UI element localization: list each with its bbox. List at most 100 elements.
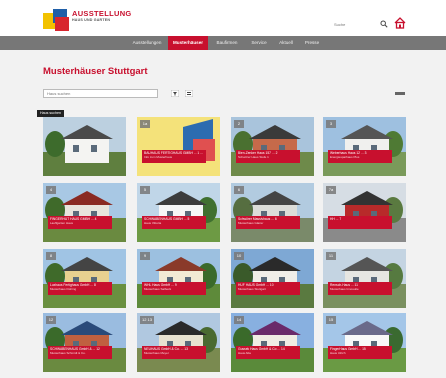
card-label[interactable]: WHL Haus GmbH ... 9 Musterhaus Salbeck — [142, 282, 206, 295]
card-subtitle: Info zum Musterhaus — [144, 155, 173, 160]
card-label[interactable]: NEUHAUS GmbH & Co. ... 13 Musterhaus Meye… — [142, 346, 206, 359]
house-search-input[interactable]: Haus suchen — [43, 89, 158, 98]
house-card[interactable]: 10 HUF HAUS GmbH ... 10 Musterhaus Stuttga… — [231, 249, 314, 308]
house-card[interactable]: 15 FingerHaus GmbH ... 15 Haus Ulrich — [323, 313, 406, 372]
card-roof — [155, 257, 207, 271]
card-roof — [249, 321, 301, 335]
brand-text[interactable]: AUSSTELLUNG HAUS UND GARTEN — [72, 10, 132, 23]
card-title: HH ... 7 — [330, 217, 342, 221]
nav-item-musterhaeuser[interactable]: Musterhäuser — [168, 36, 208, 50]
card-number-badge: 11 — [326, 252, 336, 260]
card-number-badge: 12 13 — [140, 316, 155, 324]
card-roof — [155, 191, 207, 205]
card-roof — [341, 191, 393, 205]
brand-name: AUSSTELLUNG — [72, 9, 132, 18]
search-icon[interactable] — [380, 20, 388, 28]
card-roof — [341, 257, 393, 271]
card-roof — [341, 125, 393, 139]
card-roof — [61, 321, 113, 335]
filter-icon[interactable] — [171, 90, 179, 97]
card-roof — [61, 257, 113, 271]
card-label[interactable]: FingerHaus GmbH ... 15 Haus Ulrich — [328, 346, 392, 359]
card-label[interactable]: Gussek Haus GmbH & Co ... 14 Haus Alta — [236, 346, 300, 359]
card-label[interactable]: Bien-Zenker Haus 157 ... 2 Schwörer Haus … — [236, 150, 300, 163]
card-number-badge: 4 — [46, 186, 56, 194]
card-number-badge: 15 — [326, 316, 336, 324]
card-number-badge: 5 — [140, 186, 150, 194]
card-number-badge: 9 — [140, 252, 150, 260]
card-label[interactable]: Weberhaus Haus 12 ... 3 Energiesparhaus P… — [328, 150, 392, 163]
card-number-badge: 12 — [46, 316, 56, 324]
card-number-badge: 10 — [234, 252, 244, 260]
house-card[interactable]: 9 WHL Haus GmbH ... 9 Musterhaus Salbeck — [137, 249, 220, 308]
card-number-badge: 7a — [326, 186, 336, 194]
card-subtitle: Haus Ulrich — [330, 351, 346, 356]
search-input[interactable] — [334, 20, 374, 28]
house-card[interactable]: 12 13 NEUHAUS GmbH & Co. ... 13 Musterhaus… — [137, 313, 220, 372]
card-subtitle: Musterhaus Salbeck — [144, 287, 172, 292]
card-subtitle: Schwörer Haus Stufe 1 — [238, 155, 269, 160]
nav-item-baufirmen[interactable]: Baufirmen — [212, 36, 242, 50]
house-card[interactable]: 14 Gussek Haus GmbH & Co ... 14 Haus Alta — [231, 313, 314, 372]
card-roof — [249, 191, 301, 205]
card-label[interactable]: SCHWABENHAUS GMBH ... 5 Haus Vittoria — [142, 216, 206, 229]
card-label[interactable]: Luxhaus Fertighaus GmbH ... 8 Musterhaus … — [48, 282, 112, 295]
house-card[interactable]: 7a HH ... 7 — [323, 183, 406, 242]
brand-logo[interactable] — [43, 9, 71, 31]
page-title: Musterhäuser Stuttgart — [43, 66, 148, 77]
home-icon[interactable] — [394, 17, 406, 29]
card-subtitle: Energiesparhaus Plus — [330, 155, 360, 160]
card-label[interactable]: FINGERHUT HAUS GMBH ... 4 Lauffgarten Hau… — [48, 216, 112, 229]
card-number-badge: 2 — [234, 120, 244, 128]
nav-item-ausstellungen[interactable]: Ausstellungen — [129, 36, 165, 50]
main-nav: Ausstellungen Musterhäuser Baufirmen Ser… — [0, 36, 446, 50]
card-subtitle: Musterhaus Stuttgart — [238, 287, 266, 292]
house-card[interactable]: 6 Schwörer Massivhaus ... 6 Musterhaus Gla… — [231, 183, 314, 242]
house-card[interactable]: 8 Luxhaus Fertighaus GmbH ... 8 Musterhaus… — [43, 249, 126, 308]
house-card[interactable]: 1a BAUHAUS FERTIGHAUS GMBH ... 1 ... Info … — [137, 117, 220, 176]
card-subtitle: Lauffgarten Haus — [50, 221, 73, 226]
grid-view-icon[interactable] — [185, 90, 193, 97]
card-roof — [61, 191, 113, 205]
card-window — [73, 145, 79, 152]
card-label[interactable]: HH ... 7 — [328, 216, 392, 229]
house-card[interactable] — [43, 117, 126, 176]
card-label[interactable]: BAUHAUS FERTIGHAUS GMBH ... 1 ... Info zu… — [142, 150, 206, 163]
card-label[interactable]: HUF HAUS GmbH ... 10 Musterhaus Stuttgart — [236, 282, 300, 295]
card-subtitle: Musterhaus Glazer — [238, 221, 264, 226]
card-roof — [155, 321, 207, 335]
house-card[interactable]: 12 SCHWABENHAUS GmbH & ... 12 Musterhaus S… — [43, 313, 126, 372]
top-header: AUSSTELLUNG HAUS UND GARTEN — [0, 0, 446, 36]
card-roof — [249, 125, 301, 139]
house-card[interactable]: 4 FINGERHUT HAUS GMBH ... 4 Lauffgarten Ha… — [43, 183, 126, 242]
card-subtitle: Haus Alta — [238, 351, 251, 356]
card-number-badge: 3 — [326, 120, 336, 128]
nav-item-presse[interactable]: Presse — [300, 36, 324, 50]
card-subtitle: Musterhaus Innosuite — [330, 287, 359, 292]
card-number-badge: 6 — [234, 186, 244, 194]
nav-item-service[interactable]: Service — [246, 36, 272, 50]
card-label[interactable]: Schwörer Massivhaus ... 6 Musterhaus Glaz… — [236, 216, 300, 229]
house-card[interactable]: 5 SCHWABENHAUS GMBH ... 5 Haus Vittoria — [137, 183, 220, 242]
card-number-badge: 1a — [140, 120, 150, 128]
card-roof — [341, 321, 393, 335]
card-subtitle: Haus Vittoria — [144, 221, 162, 226]
card-roof — [249, 257, 301, 271]
house-card[interactable]: 2 Bien-Zenker Haus 157 ... 2 Schwörer Haus… — [231, 117, 314, 176]
nav-item-aktuell[interactable]: Aktuell — [274, 36, 298, 50]
brand-subtitle: HAUS UND GARTEN — [72, 18, 111, 22]
house-card[interactable]: 3 Weberhaus Haus 12 ... 3 Energiesparhaus … — [323, 117, 406, 176]
card-house — [65, 139, 109, 163]
card-subtitle: Musterhaus Meyer — [144, 351, 169, 356]
card-number-badge: 14 — [234, 316, 244, 324]
card-label[interactable]: SCHWABENHAUS GmbH & ... 12 Musterhaus Sch… — [48, 346, 112, 359]
card-subtitle: Musterhaus Fishing — [50, 287, 77, 292]
card-roof — [61, 125, 113, 139]
card-label[interactable]: Rensch-Haus ... 11 Musterhaus Innosuite — [328, 282, 392, 295]
house-card[interactable]: 11 Rensch-Haus ... 11 Musterhaus Innosuite — [323, 249, 406, 308]
menu-icon[interactable] — [395, 92, 405, 95]
card-subtitle: Musterhaus Schmidt & Co. — [50, 351, 86, 356]
card-number-badge: 8 — [46, 252, 56, 260]
tooltip: Haus suchen — [37, 110, 64, 117]
card-window — [91, 145, 97, 152]
